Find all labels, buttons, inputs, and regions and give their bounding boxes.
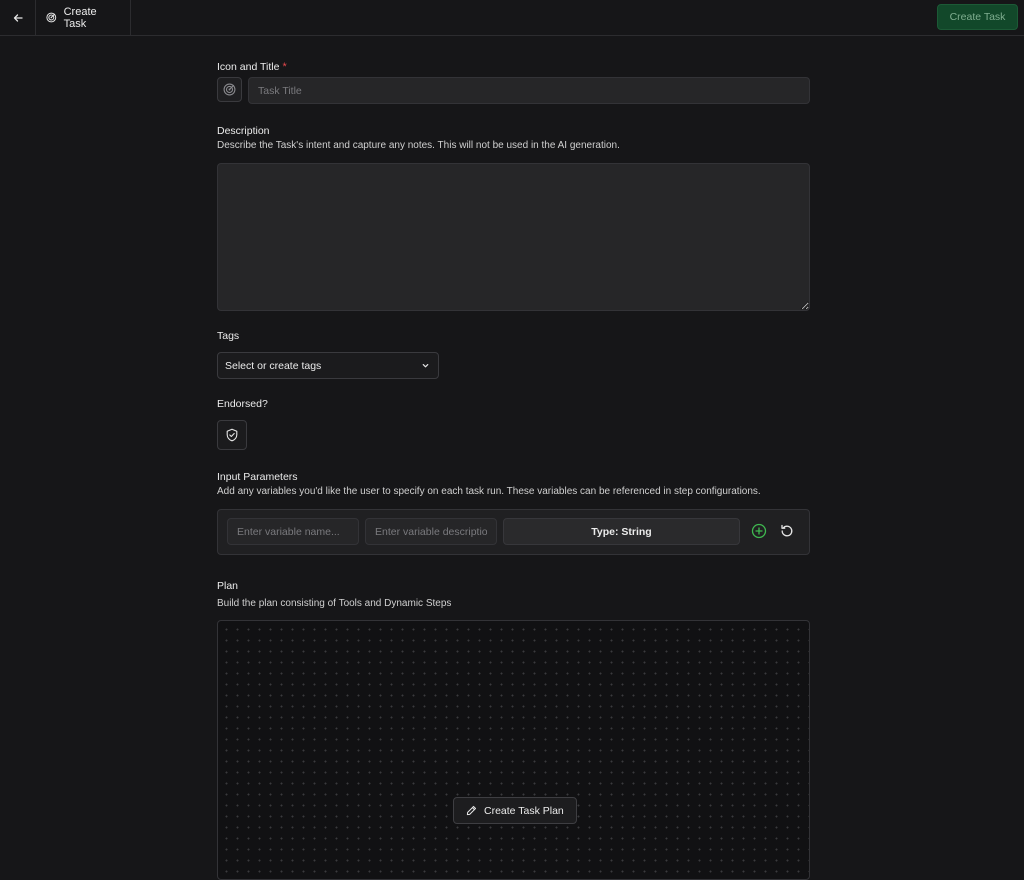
target-icon: [46, 12, 57, 23]
task-title-input[interactable]: [248, 77, 810, 104]
create-task-button[interactable]: Create Task: [937, 4, 1018, 30]
parameter-row: Type: String: [217, 509, 810, 555]
variable-description-input[interactable]: [365, 518, 497, 545]
plan-help: Build the plan consisting of Tools and D…: [217, 598, 452, 609]
back-button[interactable]: [0, 0, 36, 35]
input-parameters-help: Add any variables you'd like the user to…: [217, 486, 761, 497]
plus-circle-icon: [751, 523, 767, 539]
reset-parameter-button[interactable]: [779, 523, 795, 539]
input-parameters-label: Input Parameters: [217, 471, 298, 483]
required-marker: *: [282, 61, 287, 73]
pencil-icon: [466, 805, 477, 816]
chevron-down-icon: [422, 364, 429, 368]
icon-title-label-text: Icon and Title: [217, 61, 280, 73]
arrow-left-icon: [13, 13, 23, 22]
target-icon: [223, 83, 236, 96]
tags-label: Tags: [217, 330, 240, 342]
endorsed-label: Endorsed?: [217, 398, 268, 410]
tags-select-placeholder: Select or create tags: [225, 359, 322, 372]
create-task-plan-label: Create Task Plan: [484, 804, 564, 817]
rotate-ccw-icon: [781, 524, 793, 537]
shield-check-icon: [226, 428, 238, 442]
variable-type-select[interactable]: Type: String: [503, 518, 740, 545]
icon-picker-button[interactable]: [217, 77, 242, 102]
add-parameter-button[interactable]: [751, 523, 767, 539]
endorsed-toggle[interactable]: [217, 420, 247, 450]
create-task-plan-button[interactable]: Create Task Plan: [453, 797, 577, 824]
variable-name-input[interactable]: [227, 518, 359, 545]
description-help: Describe the Task's intent and capture a…: [217, 140, 620, 151]
plan-label: Plan: [217, 580, 239, 592]
top-bar: Create Task Create Task: [0, 0, 1024, 36]
plan-canvas[interactable]: Create Task Plan: [217, 620, 810, 880]
description-textarea[interactable]: [217, 163, 810, 311]
title-tab: Create Task: [36, 0, 131, 35]
page-title: Create Task: [63, 5, 97, 30]
tags-select[interactable]: Select or create tags: [217, 352, 439, 379]
icon-title-label: Icon and Title *: [217, 61, 287, 73]
description-label: Description: [217, 125, 270, 137]
